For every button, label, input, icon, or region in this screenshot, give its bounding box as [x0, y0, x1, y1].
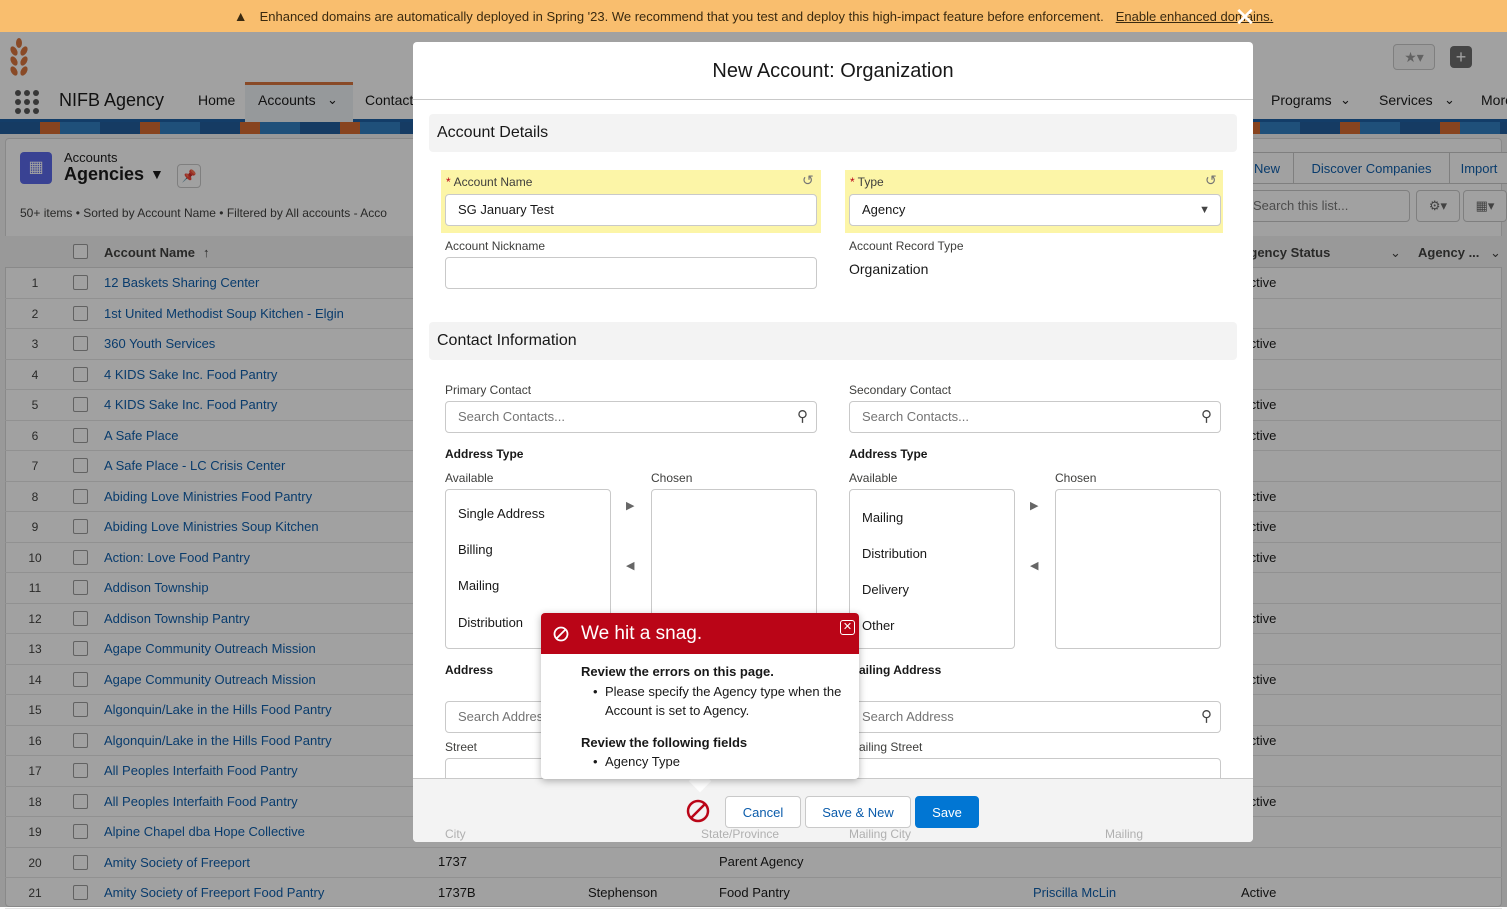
banner-text: Enhanced domains are automatically deplo… — [259, 8, 1104, 24]
record-type-value: Organization — [849, 261, 929, 277]
secondary-contact-input[interactable]: Search Contacts... ⚲ — [849, 401, 1221, 433]
mailing-street-label: Mailing Street — [849, 740, 923, 754]
primary-contact-label: Primary Contact — [445, 383, 532, 397]
move-right-icon[interactable]: ▶ — [626, 499, 634, 512]
account-nickname-label: Account Nickname — [445, 239, 546, 253]
list-item[interactable]: Distribution — [458, 615, 523, 630]
address-type-label: Address Type — [445, 447, 524, 461]
available-label: Available — [849, 471, 898, 485]
list-item[interactable]: Billing — [458, 542, 493, 557]
bullet: • — [593, 684, 598, 699]
move-left-icon[interactable]: ◀ — [626, 559, 634, 572]
mailing-state-label: Mailing — [1105, 827, 1144, 841]
address-type-label: Address Type — [849, 447, 928, 461]
warning-icon: ▲ — [233, 8, 248, 24]
state-label: State/Province — [701, 827, 780, 841]
mailing-address-search-input[interactable]: Search Address ⚲ — [849, 701, 1221, 733]
modal-title: New Account: Organization — [712, 60, 954, 82]
list-item[interactable]: Other — [862, 618, 895, 633]
chosen-label: Chosen — [651, 471, 693, 485]
required-marker: * — [850, 175, 855, 189]
chosen-label: Chosen — [1055, 471, 1097, 485]
account-name-label: * Account Name — [446, 175, 532, 189]
modal-footer: Cancel Save & New Save City State/Provin… — [413, 778, 1253, 842]
type-label: * Type — [850, 175, 884, 189]
modal-header: New Account: Organization — [413, 42, 1253, 100]
error-field-link[interactable]: Agency Type — [605, 752, 845, 771]
list-item[interactable]: Single Address — [458, 506, 545, 521]
cancel-button[interactable]: Cancel — [725, 796, 801, 828]
chosen-listbox[interactable] — [1055, 489, 1221, 649]
type-label-text: Type — [857, 175, 884, 189]
error-message: Please specify the Agency type when the … — [605, 684, 842, 718]
primary-contact-placeholder: Search Contacts... — [458, 409, 565, 424]
fields-heading: Review the following fields — [581, 735, 748, 750]
account-name-label-text: Account Name — [453, 175, 533, 189]
list-item[interactable]: Delivery — [862, 582, 909, 597]
mailing-city-label: Mailing City — [849, 827, 912, 841]
chevron-down-icon: ▼ — [1199, 204, 1210, 216]
move-left-icon[interactable]: ◀ — [1030, 559, 1038, 572]
list-item[interactable]: Distribution — [862, 546, 927, 561]
secondary-contact-label: Secondary Contact — [849, 383, 952, 397]
list-item[interactable]: Mailing — [458, 578, 499, 593]
record-type-label: Account Record Type — [849, 239, 964, 253]
section-contact-information[interactable]: Contact Information — [429, 322, 1237, 360]
secondary-contact-placeholder: Search Contacts... — [862, 409, 969, 424]
bullet: • — [593, 754, 598, 769]
close-icon[interactable]: ✕ — [1232, 4, 1258, 30]
error-popover-title: We hit a snag. — [581, 623, 703, 644]
type-select-value: Agency — [862, 202, 906, 217]
error-popover-header: We hit a snag. ✕ — [541, 613, 859, 654]
available-listbox[interactable]: Mailing Distribution Delivery Other — [849, 489, 1015, 649]
save-button[interactable]: Save — [915, 796, 979, 828]
account-nickname-input[interactable] — [445, 257, 817, 289]
save-and-new-button[interactable]: Save & New — [805, 796, 911, 828]
mailing-address-label: Mailing Address — [849, 663, 942, 677]
list-item[interactable]: Mailing — [862, 510, 903, 525]
primary-contact-input[interactable]: Search Contacts... ⚲ — [445, 401, 817, 433]
address-label: Address — [445, 663, 494, 677]
search-icon: ⚲ — [1201, 708, 1212, 725]
move-right-icon[interactable]: ▶ — [1030, 499, 1038, 512]
search-icon: ⚲ — [797, 408, 808, 425]
address-search-placeholder: Search Address — [458, 709, 550, 724]
error-heading: Review the errors on this page. — [581, 664, 774, 679]
error-icon — [553, 626, 569, 642]
close-icon[interactable]: ✕ — [840, 620, 855, 635]
type-select[interactable]: Agency ▼ — [849, 194, 1221, 226]
undo-icon[interactable]: ↺ — [1205, 172, 1217, 189]
mailing-address-placeholder: Search Address — [862, 709, 954, 724]
warning-banner: ▲ Enhanced domains are automatically dep… — [0, 0, 1507, 32]
required-marker: * — [446, 175, 451, 189]
account-name-input[interactable]: SG January Test — [445, 194, 817, 226]
error-popover: We hit a snag. ✕ Review the errors on th… — [541, 613, 859, 779]
available-label: Available — [445, 471, 494, 485]
mailing-street-textarea[interactable] — [849, 758, 1221, 778]
undo-icon[interactable]: ↺ — [802, 172, 814, 189]
city-label: City — [445, 827, 466, 841]
search-icon: ⚲ — [1201, 408, 1212, 425]
error-icon[interactable] — [686, 799, 710, 823]
section-account-details[interactable]: Account Details — [429, 114, 1237, 152]
street-label: Street — [445, 740, 478, 754]
